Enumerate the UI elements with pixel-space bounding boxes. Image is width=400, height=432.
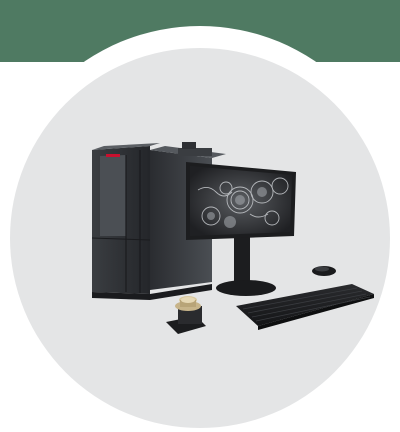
product-scene: [0, 26, 400, 432]
brand-badge: [106, 154, 120, 157]
mouse-icon: [312, 266, 336, 276]
product-illustration: [0, 0, 400, 432]
